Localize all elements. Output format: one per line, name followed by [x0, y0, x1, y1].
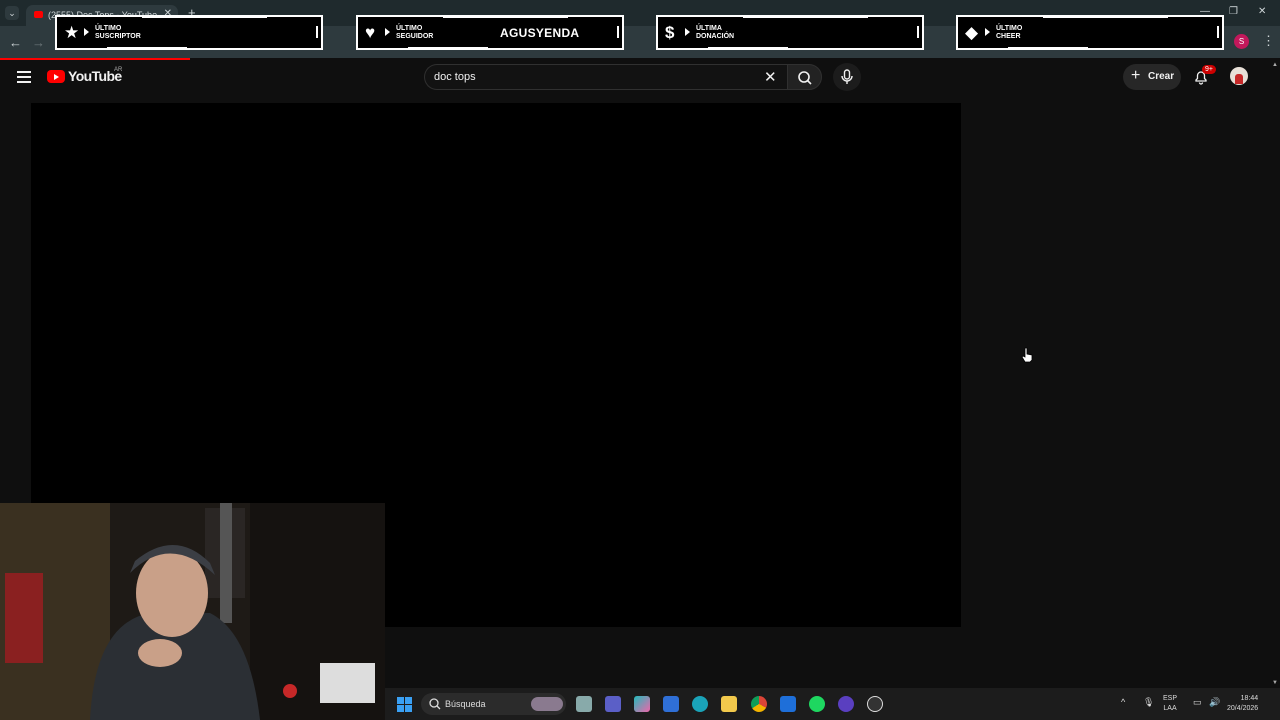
app-icon[interactable] — [838, 696, 854, 712]
dollar-icon: $ — [665, 23, 675, 42]
alert-deco — [743, 15, 868, 18]
taskbar-search[interactable]: Búsqueda — [421, 693, 566, 715]
alert-deco — [443, 15, 568, 18]
profile-avatar[interactable]: S — [1234, 34, 1249, 49]
scroll-up-icon[interactable]: ▲ — [1272, 62, 1278, 68]
alert-deco — [708, 47, 788, 50]
alert-label-line1: ÚLTIMO — [996, 25, 1023, 32]
voice-search-button[interactable] — [833, 63, 861, 91]
hand-cursor-icon — [1021, 347, 1033, 363]
diamond-icon: ◆ — [965, 23, 979, 42]
clock-date: 20/4/2026 — [1227, 705, 1259, 712]
alert-deco — [617, 26, 619, 38]
webcam-image — [0, 503, 385, 720]
alert-label: ÚLTIMO SUSCRIPTOR — [95, 25, 141, 41]
alert-label-line2: CHEER — [996, 33, 1021, 40]
search-input[interactable]: doc tops — [434, 71, 476, 83]
volume-icon[interactable]: 🔊 — [1209, 697, 1220, 708]
alert-last-donation: $ ÚLTIMA DONACIÓN — [656, 15, 924, 50]
back-button[interactable]: ← — [9, 35, 22, 50]
folder-icon[interactable] — [721, 696, 737, 712]
tab-search-button[interactable]: ⌄ — [5, 6, 19, 20]
search-icon — [798, 71, 812, 85]
browser-menu-icon[interactable]: ⋮ — [1262, 33, 1275, 49]
mail-icon[interactable] — [780, 696, 796, 712]
teams-icon[interactable] — [605, 696, 621, 712]
guide-menu-icon[interactable] — [17, 71, 31, 86]
alert-label-line2: DONACIÓN — [696, 33, 735, 40]
alert-last-cheer: ◆ ÚLTIMO CHEER — [956, 15, 1224, 50]
country-code: AR — [114, 67, 123, 73]
chevron-right-icon — [685, 28, 690, 36]
youtube-logo-icon[interactable] — [47, 70, 65, 83]
alert-deco — [408, 47, 488, 50]
star-icon: ★ — [64, 23, 80, 42]
alert-deco — [316, 26, 318, 38]
file-explorer-icon[interactable] — [576, 696, 592, 712]
store-icon[interactable] — [663, 696, 679, 712]
create-button[interactable]: + Crear — [1123, 64, 1181, 90]
system-clock[interactable]: 18:44 20/4/2026 — [1227, 694, 1258, 714]
microphone-icon — [841, 69, 853, 84]
alert-deco — [1043, 15, 1168, 18]
alert-label-line2: SEGUIDOR — [396, 33, 434, 40]
alert-last-follower: ♥ ÚLTIMO SEGUIDOR AGUSYENDA — [356, 15, 624, 50]
alert-label-line1: ÚLTIMA — [696, 25, 722, 32]
chevron-right-icon — [985, 28, 990, 36]
spotify-icon[interactable] — [809, 696, 825, 712]
lang-line1: ESP — [1163, 695, 1178, 702]
alert-deco — [1217, 26, 1219, 38]
scroll-down-icon[interactable]: ▼ — [1272, 680, 1278, 686]
maximize-icon[interactable]: ❐ — [1229, 6, 1238, 17]
notification-count-badge: 9+ — [1202, 65, 1216, 74]
obs-icon[interactable] — [867, 696, 883, 712]
windows-start-icon[interactable] — [397, 697, 412, 712]
lang-line2: LAA — [1163, 705, 1177, 712]
heart-icon: ♥ — [365, 23, 376, 42]
windows-taskbar: Búsqueda ^ 🎙 ESP LAA ▭ 🔊 18:44 20/4/2026 — [385, 688, 1280, 720]
chevron-right-icon — [385, 28, 390, 36]
chrome-icon[interactable] — [751, 696, 767, 712]
search-button[interactable] — [787, 64, 822, 90]
create-label: Crear — [1148, 71, 1175, 82]
alert-deco — [142, 15, 267, 18]
alert-last-subscriber: ★ ÚLTIMO SUSCRIPTOR — [55, 15, 323, 50]
alert-deco — [917, 26, 919, 38]
input-language[interactable]: ESP LAA — [1163, 694, 1177, 714]
network-icon[interactable]: ▭ — [1193, 697, 1202, 708]
webcam-overlay — [0, 503, 385, 720]
account-avatar[interactable] — [1230, 67, 1248, 85]
tray-overflow-icon[interactable]: ^ — [1121, 697, 1125, 707]
alert-label-line1: ÚLTIMO — [396, 25, 423, 32]
alert-label-line1: ÚLTIMO — [95, 25, 122, 32]
chevron-right-icon — [84, 28, 89, 36]
alert-label: ÚLTIMO SEGUIDOR — [396, 25, 433, 41]
copilot-icon[interactable] — [634, 696, 650, 712]
microphone-tray-icon[interactable]: 🎙 — [1143, 697, 1154, 708]
alert-deco — [107, 47, 187, 50]
clear-search-icon[interactable]: ✕ — [764, 68, 777, 86]
plus-icon: + — [1131, 67, 1141, 84]
youtube-masthead: YouTube AR doc tops ✕ + Crear 9+ — [0, 60, 1270, 94]
close-window-icon[interactable]: ✕ — [1258, 6, 1266, 17]
alert-value: AGUSYENDA — [500, 26, 580, 40]
alert-label-line2: SUSCRIPTOR — [95, 33, 141, 40]
youtube-favicon-icon — [34, 11, 43, 18]
edge-icon[interactable] — [692, 696, 708, 712]
clock-time: 18:44 — [1240, 695, 1259, 702]
search-icon — [429, 698, 441, 710]
page-scrollbar[interactable]: ▲ ▼ — [1270, 60, 1280, 688]
alert-deco — [1008, 47, 1088, 50]
alert-label: ÚLTIMO CHEER — [996, 25, 1022, 41]
taskbar-search-label: Búsqueda — [445, 699, 486, 709]
search-box[interactable]: doc tops ✕ — [424, 64, 787, 90]
search-highlight-icon — [531, 697, 563, 711]
alert-label: ÚLTIMA DONACIÓN — [696, 25, 734, 41]
forward-button[interactable]: → — [32, 35, 45, 50]
